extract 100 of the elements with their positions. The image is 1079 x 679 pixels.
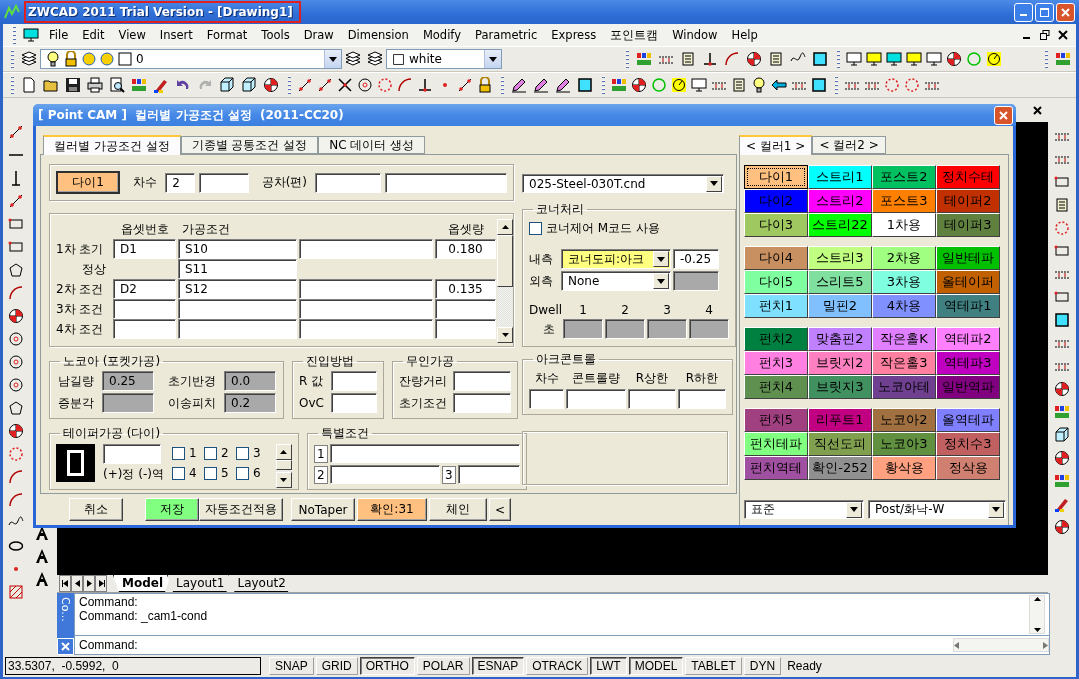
dialog-button[interactable]: 취소 xyxy=(69,498,123,521)
offset-amount-field[interactable] xyxy=(435,299,496,319)
input-field[interactable] xyxy=(299,279,433,299)
pencil-icon[interactable] xyxy=(533,77,549,93)
checkbox[interactable]: 5 xyxy=(203,466,236,480)
gauge-icon[interactable] xyxy=(986,51,1002,67)
light-bulb-icon[interactable] xyxy=(751,77,767,93)
input-field[interactable] xyxy=(199,172,250,193)
target-icon[interactable] xyxy=(1054,381,1070,397)
color-button[interactable]: 정치수3 xyxy=(936,432,1000,456)
line-icon[interactable] xyxy=(457,77,473,93)
menu-item[interactable]: Help xyxy=(724,26,765,44)
tab-scroll-button[interactable] xyxy=(59,575,71,592)
color-button[interactable]: 올역테파 xyxy=(936,408,1000,432)
monitor-icon[interactable] xyxy=(866,51,882,67)
input-field[interactable] xyxy=(628,389,676,409)
magnifier-icon[interactable] xyxy=(109,77,125,93)
layer-dropdown[interactable]: 0 xyxy=(40,49,342,69)
cross-icon[interactable] xyxy=(337,77,353,93)
monitor-icon[interactable] xyxy=(926,51,942,67)
command-prompt[interactable]: Command: xyxy=(79,638,953,652)
color-button[interactable]: 테이퍼3 xyxy=(936,213,1000,237)
close-button[interactable] xyxy=(57,638,74,655)
dotted-circle-icon[interactable] xyxy=(377,77,393,93)
input-field[interactable] xyxy=(299,299,433,319)
input-field[interactable] xyxy=(299,319,433,339)
target-icon[interactable] xyxy=(8,423,24,439)
menu-item[interactable]: Parametric xyxy=(468,26,545,44)
color-button[interactable]: 테이퍼2 xyxy=(936,189,1000,213)
color-button[interactable]: 3차용 xyxy=(872,270,936,294)
file-dropdown[interactable]: 025-Steel-030T.cnd xyxy=(522,174,724,193)
font-icon[interactable] xyxy=(34,525,50,541)
scrollbar[interactable] xyxy=(953,638,1049,652)
tab[interactable]: < 컬러1 > xyxy=(739,135,813,155)
menu-item[interactable]: 포인트캠 xyxy=(603,25,666,45)
color-button[interactable]: 스트리2 xyxy=(808,189,872,213)
color-button[interactable]: 스트리1 xyxy=(808,165,872,189)
color-dropdown[interactable]: white xyxy=(386,49,502,69)
color-button[interactable]: 직선도피 xyxy=(808,432,872,456)
frame-icon[interactable] xyxy=(1054,312,1070,328)
line-icon[interactable] xyxy=(8,124,24,140)
sun-icon[interactable] xyxy=(81,51,97,67)
condition-field[interactable] xyxy=(178,299,297,319)
color-button[interactable]: 역테파2 xyxy=(936,327,1000,351)
checkbox[interactable]: 6 xyxy=(235,466,268,480)
tab[interactable]: 기종별 공통조건 설정 xyxy=(180,136,319,154)
color-button[interactable]: 브릿지3 xyxy=(808,375,872,399)
circle-icon[interactable] xyxy=(8,354,24,370)
offset-number-field[interactable]: D1 xyxy=(113,239,176,259)
target-icon[interactable] xyxy=(1054,519,1070,535)
color-button[interactable]: 리푸트1 xyxy=(808,408,872,432)
restore-icon[interactable] xyxy=(1040,30,1050,40)
scrollbar[interactable] xyxy=(497,219,513,343)
number-field[interactable]: -0.25 xyxy=(673,249,719,269)
dialog-button[interactable]: 체인 xyxy=(429,498,487,521)
color-button[interactable]: 스트리3 xyxy=(808,246,872,270)
monitor-icon[interactable] xyxy=(846,51,862,67)
color-bars-icon[interactable] xyxy=(1054,404,1070,420)
dialog-button[interactable]: 저장 xyxy=(145,498,199,521)
arc-icon[interactable] xyxy=(8,285,24,301)
dialog-button[interactable]: 확인:31 xyxy=(357,498,427,521)
frame-icon[interactable] xyxy=(811,77,827,93)
color-button[interactable]: 4차용 xyxy=(872,294,936,318)
close-button[interactable] xyxy=(1056,2,1075,22)
scrollbar[interactable] xyxy=(275,444,292,488)
padlock-icon[interactable] xyxy=(63,51,79,67)
color-button[interactable]: 확인-252 xyxy=(808,456,872,480)
circle-icon[interactable] xyxy=(357,77,373,93)
input-field[interactable] xyxy=(299,239,433,259)
close-icon[interactable] xyxy=(1058,30,1068,40)
color-button[interactable]: 펀치5 xyxy=(744,408,808,432)
circle-icon[interactable] xyxy=(8,377,24,393)
color-button[interactable]: 1차용 xyxy=(872,213,936,237)
sun-icon[interactable] xyxy=(99,51,115,67)
circle-icon[interactable] xyxy=(8,331,24,347)
color-button[interactable]: 역테파1 xyxy=(936,294,1000,318)
color-bars-icon[interactable] xyxy=(131,77,147,93)
perpendicular-icon[interactable] xyxy=(702,51,718,67)
color-button[interactable]: 펀치2 xyxy=(744,327,808,351)
maximize-button[interactable] xyxy=(1035,2,1054,22)
rectangle-icon[interactable] xyxy=(1054,289,1070,305)
status-toggle[interactable]: LWT xyxy=(590,657,627,675)
status-toggle[interactable]: DYN xyxy=(743,657,782,675)
color-button[interactable]: 펀치테파 xyxy=(744,432,808,456)
rectangle-icon[interactable] xyxy=(1054,174,1070,190)
cube-icon[interactable] xyxy=(1054,427,1070,443)
offset-amount-field[interactable]: 0.180 xyxy=(435,239,496,259)
monitor-icon[interactable] xyxy=(691,77,707,93)
menu-item[interactable]: Format xyxy=(199,26,255,44)
color-button[interactable]: 브릿지2 xyxy=(808,351,872,375)
rectangle-icon[interactable] xyxy=(1054,243,1070,259)
input-field[interactable] xyxy=(457,465,520,484)
color-bars-icon[interactable] xyxy=(636,51,652,67)
color-button[interactable]: 올테이퍼 xyxy=(936,270,1000,294)
status-toggle[interactable]: ORTHO xyxy=(359,657,415,675)
input-field[interactable] xyxy=(103,444,161,464)
menu-item[interactable]: Edit xyxy=(75,26,112,44)
mode-dropdown[interactable]: None xyxy=(561,271,671,291)
color-button[interactable]: 포스트2 xyxy=(872,165,936,189)
rectangle-icon[interactable] xyxy=(8,216,24,232)
